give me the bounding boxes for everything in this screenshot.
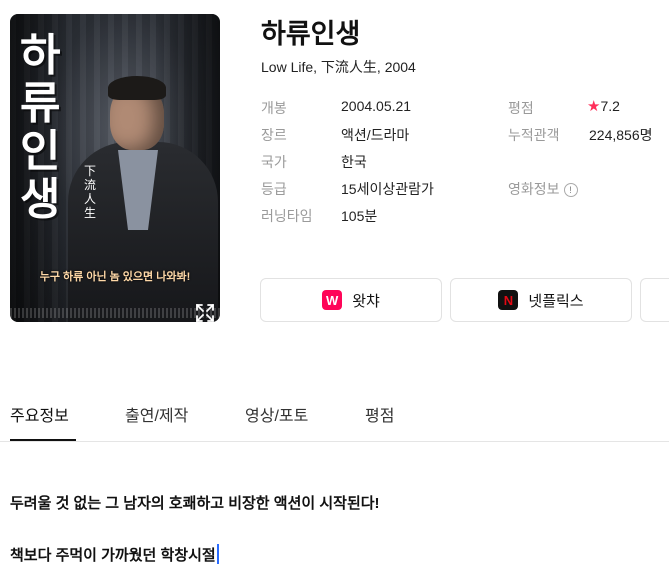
audience-value: 224,856명 — [589, 127, 653, 143]
ott-button-netflix[interactable]: N 넷플릭스 — [450, 278, 632, 322]
movie-subtitle: Low Life, 下流人生, 2004 — [261, 59, 416, 75]
active-tab-indicator — [10, 439, 76, 441]
poster-credits — [10, 308, 220, 318]
genre-value: 액션/드라마 — [341, 127, 410, 143]
tab-bar: 주요정보 출연/제작 영상/포토 평점 — [0, 392, 669, 442]
poster-figure-hair — [108, 76, 166, 100]
text-cursor — [216, 544, 219, 564]
movie-info-label: 영화정보 — [508, 181, 560, 197]
tab-video-photo[interactable]: 영상/포토 — [245, 402, 308, 426]
release-label: 개봉 — [261, 100, 287, 116]
synopsis-line-2-text: 책보다 주먹이 가까웠던 학창시절 — [10, 547, 216, 564]
country-label: 국가 — [261, 154, 287, 170]
expand-icon[interactable] — [194, 302, 216, 322]
info-icon[interactable]: ! — [563, 183, 578, 197]
poster-hanja: 下流人生 — [84, 164, 97, 220]
ott-button-watcha[interactable]: W 왓챠 — [260, 278, 442, 322]
score-value: 7.2 — [600, 98, 620, 114]
country-value: 한국 — [341, 154, 367, 170]
poster-tagline: 누구 하류 아닌 놈 있으면 나와봐! — [39, 271, 191, 283]
tab-main-info[interactable]: 주요정보 — [10, 402, 69, 426]
rating-value: 15세이상관람가 — [341, 181, 434, 197]
netflix-logo-icon: N — [498, 290, 519, 310]
score: ★7.2 — [587, 97, 620, 115]
movie-poster[interactable]: 하류인생 下流人生 누구 하류 아닌 놈 있으면 나와봐! — [10, 14, 220, 322]
tab-reviews[interactable]: 평점 — [365, 402, 394, 426]
star-icon: ★ — [587, 98, 601, 115]
movie-info[interactable]: 영화정보! — [508, 179, 578, 199]
tab-cast-crew[interactable]: 출연/제작 — [125, 402, 188, 426]
synopsis-line-2: 책보다 주먹이 가까웠던 학창시절 — [10, 544, 219, 565]
score-label: 평점 — [508, 100, 534, 116]
rating-label: 등급 — [261, 181, 287, 197]
synopsis-line-1: 두려울 것 없는 그 남자의 호쾌하고 비장한 액션이 시작된다! — [10, 495, 380, 512]
watcha-logo-icon: W — [322, 290, 343, 310]
release-value: 2004.05.21 — [341, 98, 412, 114]
genre-label: 장르 — [261, 127, 287, 143]
movie-title: 하류인생 — [261, 19, 361, 49]
ott-button-more[interactable] — [640, 278, 669, 322]
ott-label-watcha: 왓챠 — [352, 292, 380, 310]
ott-label-netflix: 넷플릭스 — [528, 292, 584, 310]
audience-label: 누적관객 — [508, 127, 560, 143]
runtime-value: 105분 — [341, 208, 378, 224]
poster-title: 하류인생 — [20, 30, 61, 225]
runtime-label: 러닝타임 — [261, 208, 313, 224]
